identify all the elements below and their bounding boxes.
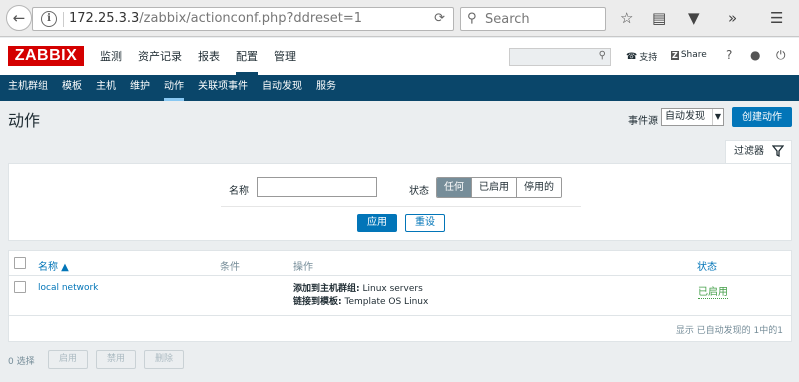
hamburger-menu-icon[interactable]: ☰: [770, 9, 783, 27]
status-toggle-link[interactable]: 已启用: [698, 283, 728, 299]
share-link[interactable]: Z Share: [671, 50, 707, 60]
filter-status-label: 状态: [409, 186, 429, 197]
filter-tab[interactable]: 过滤器: [725, 140, 792, 164]
subnav-services[interactable]: 服务: [308, 75, 342, 101]
row-checkbox[interactable]: [14, 281, 26, 293]
column-header-operations: 操作: [293, 262, 313, 273]
operation-2-label: 链接到模板:: [293, 297, 342, 307]
create-action-button[interactable]: 创建动作: [732, 107, 792, 127]
menu-item-inventory[interactable]: 资产记录: [130, 38, 190, 75]
column-header-conditions: 条件: [220, 262, 240, 273]
funnel-icon: [772, 145, 784, 157]
info-icon[interactable]: i: [41, 11, 57, 27]
filter-name-label: 名称: [229, 186, 249, 197]
status-option-enabled[interactable]: 已启用: [472, 178, 517, 197]
headset-icon: ☎: [626, 51, 638, 62]
status-option-any[interactable]: 任何: [437, 178, 472, 197]
dropdown-arrow-icon: ▼: [712, 109, 723, 125]
header-search-input[interactable]: ⚲: [509, 48, 611, 66]
operation-line-2: 链接到模板: Template OS Linux: [293, 296, 428, 309]
filter-name-input[interactable]: [257, 177, 377, 197]
filter-panel: 名称 状态 任何 已启用 停用的 应用 重设: [8, 163, 792, 241]
select-all-checkbox[interactable]: [14, 257, 26, 269]
sub-menu: 主机群组 模板 主机 维护 动作 关联项事件 自动发现 服务: [0, 75, 799, 101]
support-link[interactable]: ☎ 支持: [626, 50, 658, 64]
sign-out-power-icon[interactable]: ⏻: [776, 48, 786, 63]
back-arrow-icon[interactable]: ←: [6, 5, 32, 31]
reload-icon[interactable]: ⟳: [434, 11, 445, 26]
event-source-select[interactable]: 自动发现 ▼: [661, 108, 724, 126]
subnav-hosts[interactable]: 主机: [88, 75, 122, 101]
subnav-event-correlation[interactable]: 关联项事件: [190, 75, 254, 101]
table-footer-count: 显示 已自动发现的 1中的1: [675, 326, 783, 336]
search-icon: ⚲: [467, 11, 477, 26]
filter-tab-label: 过滤器: [734, 146, 764, 157]
address-bar[interactable]: i 172.25.3.3/zabbix/actionconf.php?ddres…: [32, 7, 454, 31]
search-placeholder: Search: [485, 12, 530, 27]
operation-1-label: 添加到主机群组:: [293, 284, 360, 294]
header-divider: [9, 275, 791, 276]
menu-item-reports[interactable]: 报表: [190, 38, 228, 75]
mass-disable-button[interactable]: 禁用: [96, 350, 136, 369]
operation-1-value: Linux servers: [359, 284, 423, 294]
search-icon: ⚲: [598, 50, 606, 61]
operation-line-1: 添加到主机群组: Linux servers: [293, 283, 428, 296]
mass-delete-button[interactable]: 删除: [144, 350, 184, 369]
support-label: 支持: [639, 53, 658, 63]
actions-table: 名称 ▲ 条件 操作 状态 local network 添加到主机群组: Lin…: [8, 250, 792, 342]
reading-list-icon[interactable]: ▤: [652, 9, 666, 27]
event-source-value: 自动发现: [665, 111, 705, 122]
share-label: Share: [680, 50, 707, 60]
filter-divider: [221, 206, 581, 207]
row-divider: [9, 315, 791, 316]
column-header-status[interactable]: 状态: [697, 258, 717, 273]
menu-item-monitoring[interactable]: 监测: [92, 38, 130, 75]
main-menu: 监测 资产记录 报表 配置 管理: [92, 38, 304, 75]
help-icon[interactable]: ?: [726, 48, 732, 62]
operation-2-value: Template OS Linux: [341, 297, 429, 307]
reset-button[interactable]: 重设: [405, 214, 445, 232]
page-title: 动作: [8, 111, 41, 130]
action-name-link[interactable]: local network: [38, 283, 98, 293]
status-option-disabled[interactable]: 停用的: [517, 178, 561, 197]
url-text[interactable]: 172.25.3.3/zabbix/actionconf.php?ddreset…: [69, 11, 362, 26]
zabbix-header: ZABBIX 监测 资产记录 报表 配置 管理 ⚲ ☎ 支持 Z Share ? ●…: [0, 38, 799, 75]
mass-enable-button[interactable]: 启用: [48, 350, 88, 369]
zabbix-logo[interactable]: ZABBIX: [8, 46, 84, 66]
subnav-host-groups[interactable]: 主机群组: [0, 75, 54, 101]
event-source-label: 事件源: [628, 116, 658, 127]
subnav-discovery[interactable]: 自动发现: [254, 75, 308, 101]
url-path: /zabbix/actionconf.php?ddreset=1: [139, 11, 363, 26]
status-radio-group: 任何 已启用 停用的: [436, 177, 562, 198]
menu-item-administration[interactable]: 管理: [266, 38, 304, 75]
bookmark-star-icon[interactable]: ☆: [620, 9, 633, 27]
operations-cell: 添加到主机群组: Linux servers 链接到模板: Template O…: [293, 283, 428, 309]
selected-count: 0 选择: [8, 357, 35, 367]
pocket-icon[interactable]: ▼: [688, 9, 700, 27]
apply-button[interactable]: 应用: [357, 214, 397, 232]
column-header-name[interactable]: 名称 ▲: [38, 258, 69, 273]
share-z-icon: Z: [671, 50, 679, 60]
subnav-templates[interactable]: 模板: [54, 75, 88, 101]
user-profile-icon[interactable]: ●: [750, 48, 760, 62]
subnav-actions[interactable]: 动作: [156, 75, 190, 101]
browser-toolbar: ← i 172.25.3.3/zabbix/actionconf.php?ddr…: [0, 0, 799, 37]
url-separator: [63, 12, 64, 27]
overflow-chevron-icon[interactable]: »: [728, 9, 737, 27]
menu-item-configuration[interactable]: 配置: [228, 38, 266, 75]
url-host: 172.25.3.3: [69, 11, 140, 26]
subnav-maintenance[interactable]: 维护: [122, 75, 156, 101]
browser-search-box[interactable]: ⚲ Search: [460, 7, 606, 31]
